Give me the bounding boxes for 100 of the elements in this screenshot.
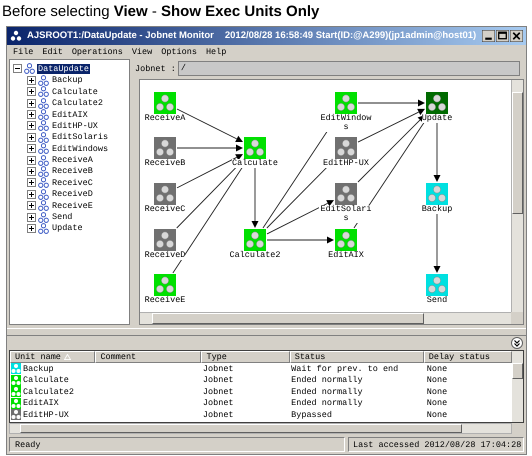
expander-icon[interactable] (27, 178, 36, 188)
jobnet-icon (38, 177, 49, 188)
maximize-button[interactable] (496, 30, 509, 42)
vertical-scrollbar[interactable] (512, 350, 523, 422)
jobnet-icon[interactable] (335, 137, 357, 160)
tree-item[interactable]: Send (51, 212, 74, 222)
jobnet-icon[interactable] (154, 183, 176, 206)
tree-item[interactable]: Backup (51, 75, 84, 86)
expander-icon[interactable] (27, 98, 36, 108)
expander-icon[interactable] (27, 76, 36, 85)
column-header[interactable]: Comment (95, 350, 202, 363)
menu-item[interactable]: Help (206, 46, 226, 57)
horizontal-scrollbar[interactable] (140, 312, 511, 324)
column-header[interactable]: Unit name (10, 350, 96, 363)
expander-icon[interactable] (27, 121, 36, 130)
close-button[interactable] (510, 30, 523, 42)
expander-icon[interactable] (27, 110, 36, 120)
expander-icon[interactable] (27, 212, 36, 222)
jobnet-label: Jobnet : (134, 64, 176, 74)
menu-item[interactable]: Operations (72, 46, 123, 57)
column-header[interactable]: Status (290, 350, 424, 363)
column-header[interactable]: Delay status (424, 350, 512, 363)
expander-icon[interactable] (27, 190, 36, 199)
table-cell: EditHP-UX (23, 410, 69, 420)
jobnet-icon (38, 188, 49, 200)
table-cell: Wait for prev. to end (291, 364, 398, 374)
expander-icon[interactable] (27, 156, 36, 165)
node-label: ReceiveB (144, 159, 186, 168)
tree-item[interactable]: ReceiveE (51, 200, 94, 211)
window-subtitle: 2012/08/28 16:58:49 Start(ID:@A299)(jp1admin@host01) (224, 30, 476, 42)
table-cell: Jobnet (202, 410, 234, 420)
tree-item[interactable]: EditHP-UX (51, 120, 99, 131)
tree-item[interactable]: ReceiveB (51, 166, 94, 176)
node-label: ReceiveD (144, 251, 186, 260)
jobnet-icon[interactable] (154, 274, 176, 296)
connector-arrow (358, 100, 425, 107)
node-label: Calculate2 (229, 251, 280, 260)
expander-icon[interactable] (27, 132, 36, 142)
jobnet-icon[interactable] (335, 183, 357, 206)
expander-icon[interactable] (13, 64, 22, 74)
tree-item[interactable]: Calculate2 (51, 98, 104, 108)
menu-item[interactable]: Options (161, 46, 197, 57)
table-cell: Calculate2 (23, 386, 74, 397)
node-label: Calculate (232, 159, 278, 168)
tree-item[interactable]: ReceiveA (51, 155, 94, 166)
expander-icon[interactable] (27, 87, 36, 96)
tree-item[interactable]: DataUpdate (37, 64, 90, 74)
expander-icon[interactable] (27, 224, 36, 233)
jobnet-icon (38, 212, 49, 223)
table-cell: Jobnet (202, 375, 234, 386)
node-label: Backup (422, 205, 452, 214)
table-cell: EditAIX (23, 398, 59, 408)
table-cell: Ended normally (291, 375, 363, 386)
table-cell: Backup (23, 364, 54, 374)
tree-item[interactable]: EditWindows (51, 144, 110, 154)
node-label: Send (426, 296, 448, 306)
tree-item[interactable]: EditAIX (51, 110, 89, 120)
vertical-scrollbar[interactable] (511, 80, 523, 312)
table-cell: None (426, 386, 448, 397)
expander-icon[interactable] (27, 201, 36, 210)
jobnet-icon[interactable] (426, 183, 448, 206)
jobnet-icon[interactable] (426, 92, 448, 114)
expander-icon[interactable] (27, 166, 36, 176)
node-label: EditHP-UX (323, 159, 369, 168)
jobnet-icon (38, 109, 49, 120)
jobnet-icon (24, 63, 35, 74)
menu-item[interactable]: File (13, 46, 34, 57)
expander-icon[interactable] (27, 144, 36, 154)
jobnet-icon[interactable] (154, 229, 176, 252)
jobnet-icon (38, 143, 49, 154)
jobnet-icon (38, 98, 49, 109)
jobnet-icon (38, 166, 49, 177)
table-cell: Jobnet (202, 386, 234, 397)
app-icon (10, 30, 22, 42)
tree-item[interactable]: EditSolaris (51, 132, 110, 142)
node-label: ReceiveE (144, 296, 186, 306)
table-cell: Ended normally (291, 386, 363, 397)
tree-item[interactable]: Update (51, 223, 84, 234)
table-cell: Jobnet (202, 364, 234, 374)
jobnet-icon (38, 154, 49, 166)
menu-item[interactable]: View (132, 46, 152, 57)
status-text: Ready (9, 436, 345, 452)
column-header[interactable]: Type (201, 350, 290, 363)
jobnet-icon (38, 74, 49, 86)
jobnet-icon[interactable] (154, 92, 176, 114)
table-cell: None (426, 410, 448, 420)
menu-item[interactable]: Edit (42, 46, 63, 57)
collapse-icon[interactable] (511, 336, 523, 349)
window-title: AJSROOT1:/DataUpdate - Jobnet Monitor (27, 30, 214, 42)
tree-item[interactable]: Calculate (51, 86, 99, 97)
jobnet-field[interactable]: / (178, 61, 520, 76)
table-cell: None (426, 364, 448, 374)
tree-item[interactable]: ReceiveD (51, 189, 94, 200)
jobnet-icon[interactable] (154, 137, 176, 160)
table-cell: Jobnet (202, 398, 234, 408)
splitter-bar[interactable] (7, 328, 526, 336)
minimize-button[interactable] (482, 30, 495, 42)
caption: Before selecting View - Show Exec Units Only (1, 2, 320, 22)
tree-item[interactable]: ReceiveC (51, 178, 94, 188)
horizontal-scrollbar[interactable] (9, 423, 512, 434)
